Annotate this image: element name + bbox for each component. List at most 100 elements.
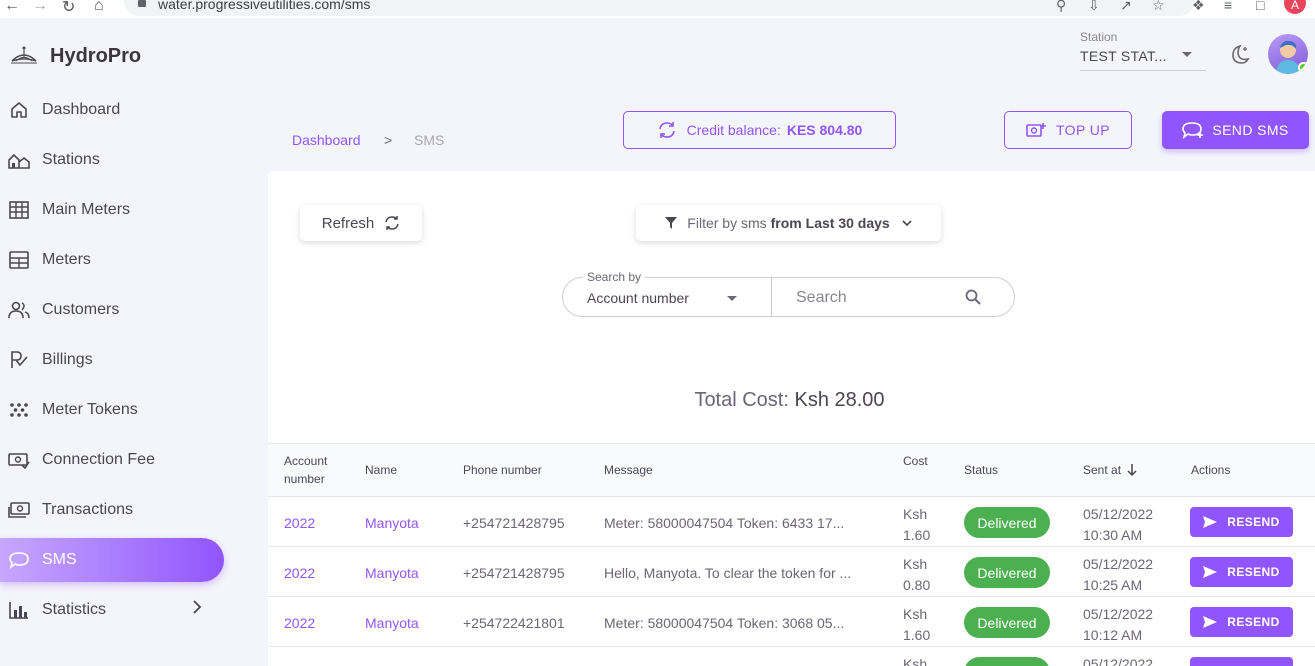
message-icon [8, 549, 30, 571]
sent-at: 05/12/2022 10:25 AM [1083, 554, 1153, 596]
chevron-right-icon [192, 600, 202, 619]
sidebar-item-customers[interactable]: Customers [0, 288, 224, 332]
send-icon [1203, 616, 1218, 628]
sidebar-item-stations[interactable]: Stations [0, 138, 224, 182]
resend-button[interactable]: RESEND [1190, 507, 1293, 537]
sync-icon [658, 122, 675, 138]
sidebar-item-statistics[interactable]: Statistics [0, 588, 224, 632]
resend-button[interactable] [1190, 657, 1293, 666]
sidebar-item-meter-tokens[interactable]: Meter Tokens [0, 388, 224, 432]
cost-currency: Ksh [903, 656, 928, 666]
filter-prefix: Filter by sms [687, 215, 767, 231]
browser-profile-avatar[interactable]: A [1284, 0, 1306, 14]
search-by-select[interactable]: Search by Account number [562, 270, 772, 317]
share-icon[interactable]: ↗ [1120, 0, 1132, 14]
sidebar-item-meters[interactable]: Meters [0, 238, 224, 282]
resend-button[interactable]: RESEND [1190, 557, 1293, 587]
resend-button[interactable]: RESEND [1190, 607, 1293, 637]
dots-icon [8, 399, 30, 421]
cost-currency: Ksh [903, 606, 928, 622]
customer-name-link[interactable]: Manyota [365, 515, 419, 531]
url-text[interactable]: water.progressiveutilities.com/sms [158, 0, 370, 12]
refresh-button[interactable]: Refresh [300, 205, 422, 241]
customer-name-link[interactable]: Manyota [365, 565, 419, 581]
status-badge: Delivered [964, 607, 1050, 638]
reload-icon[interactable]: ↻ [62, 0, 75, 17]
phone-number: +254721428795 [463, 515, 565, 531]
resend-label: RESEND [1227, 515, 1280, 529]
sidebar-item-main-meters[interactable]: Main Meters [0, 188, 224, 232]
column-header-status[interactable]: Status [964, 461, 998, 479]
sent-at: 05/12/2022 [1083, 654, 1153, 666]
phone-number: +254722421801 [463, 615, 565, 631]
cost-amount: 1.60 [903, 627, 931, 643]
sent-time: 10:12 AM [1083, 627, 1143, 643]
back-icon[interactable]: ← [4, 0, 20, 15]
media-icon[interactable]: ≡ [1224, 0, 1232, 13]
cost-amount: 0.80 [903, 577, 931, 593]
table-icon [8, 249, 30, 271]
total-cost: Total Cost: Ksh 28.00 [268, 389, 1311, 412]
people-icon [8, 299, 30, 321]
sidebar-item-billings[interactable]: Billings [0, 338, 224, 382]
column-header-phone[interactable]: Phone number [463, 461, 542, 479]
breadcrumb-dashboard-link[interactable]: Dashboard [292, 132, 361, 148]
search-icon[interactable] [965, 289, 981, 305]
search-input[interactable]: Search [772, 277, 1015, 317]
message-text: Meter: 58000047504 Token: 6433 17... [604, 515, 845, 531]
sent-date: 05/12/2022 [1083, 656, 1154, 666]
extensions-icon[interactable]: ❖ [1192, 0, 1205, 14]
account-link[interactable]: 2022 [284, 565, 315, 581]
home-browser-icon[interactable]: ⌂ [94, 0, 104, 15]
sidebar-item-connection-fee[interactable]: Connection Fee [0, 438, 224, 482]
cash-check-icon [8, 449, 30, 471]
user-avatar[interactable] [1268, 34, 1308, 74]
bar-chart-icon [8, 599, 30, 621]
sidebar-item-transactions[interactable]: Transactions [0, 488, 224, 532]
sent-date: 05/12/2022 [1083, 506, 1154, 522]
sidebar-item-dashboard[interactable]: Dashboard [0, 88, 224, 132]
sms-card: Refresh Filter by sms from Last 30 days … [268, 171, 1315, 666]
table-row: 2022 Manyota +254722421801 Meter: 580000… [268, 597, 1315, 647]
credit-balance-button[interactable]: Credit balance: KES 804.80 [623, 111, 896, 149]
online-status-dot [1298, 62, 1308, 73]
grid-icon [8, 199, 30, 221]
column-header-account[interactable]: Account number [284, 452, 327, 488]
sidebar-item-sms[interactable]: SMS [0, 538, 224, 582]
account-link[interactable]: 2022 [284, 515, 315, 531]
table-row: 2022 Manyota +254721428795 Meter: 580000… [268, 497, 1315, 547]
table-row: 2022 Manyota +254721428795 Hello, Manyot… [268, 547, 1315, 597]
dark-mode-toggle-icon[interactable] [1228, 44, 1250, 71]
breadcrumb-current: SMS [414, 132, 445, 148]
sort-arrow-down-icon [1127, 464, 1137, 477]
top-up-button[interactable]: TOP UP [1004, 111, 1132, 149]
breadcrumb-separator: > [384, 132, 393, 148]
header-text: Account [284, 454, 328, 468]
star-icon[interactable]: ☆ [1152, 0, 1165, 14]
forward-icon[interactable]: → [32, 0, 48, 15]
date-filter-button[interactable]: Filter by sms from Last 30 days [636, 205, 941, 241]
refresh-icon [385, 216, 400, 230]
customer-name-link[interactable]: Manyota [365, 615, 419, 631]
header-text: Sent at [1083, 463, 1122, 477]
cost-currency: Ksh [903, 506, 928, 522]
sidepanel-icon[interactable]: □ [1256, 0, 1264, 13]
app-logo[interactable]: HydroPro [10, 40, 141, 72]
install-icon[interactable]: ⇩ [1088, 0, 1100, 14]
station-select[interactable]: Station TEST STAT... [1080, 30, 1206, 71]
message-plus-icon [1182, 122, 1204, 139]
sent-date: 05/12/2022 [1083, 606, 1154, 622]
credit-balance-label: Credit balance: [686, 122, 781, 138]
refresh-label: Refresh [321, 214, 375, 232]
send-sms-button[interactable]: SEND SMS [1162, 111, 1309, 149]
cash-icon [8, 499, 30, 521]
resend-label: RESEND [1227, 565, 1280, 579]
total-cost-value: Ksh 28.00 [794, 389, 885, 411]
account-link[interactable]: 2022 [284, 615, 315, 631]
column-header-name[interactable]: Name [365, 461, 397, 479]
key-icon[interactable]: ⚲ [1056, 0, 1066, 14]
column-header-cost[interactable]: Cost [903, 452, 928, 470]
column-header-message[interactable]: Message [604, 461, 653, 479]
column-header-sent-at[interactable]: Sent at [1083, 461, 1137, 479]
sidebar-item-label: Billings [42, 351, 93, 368]
